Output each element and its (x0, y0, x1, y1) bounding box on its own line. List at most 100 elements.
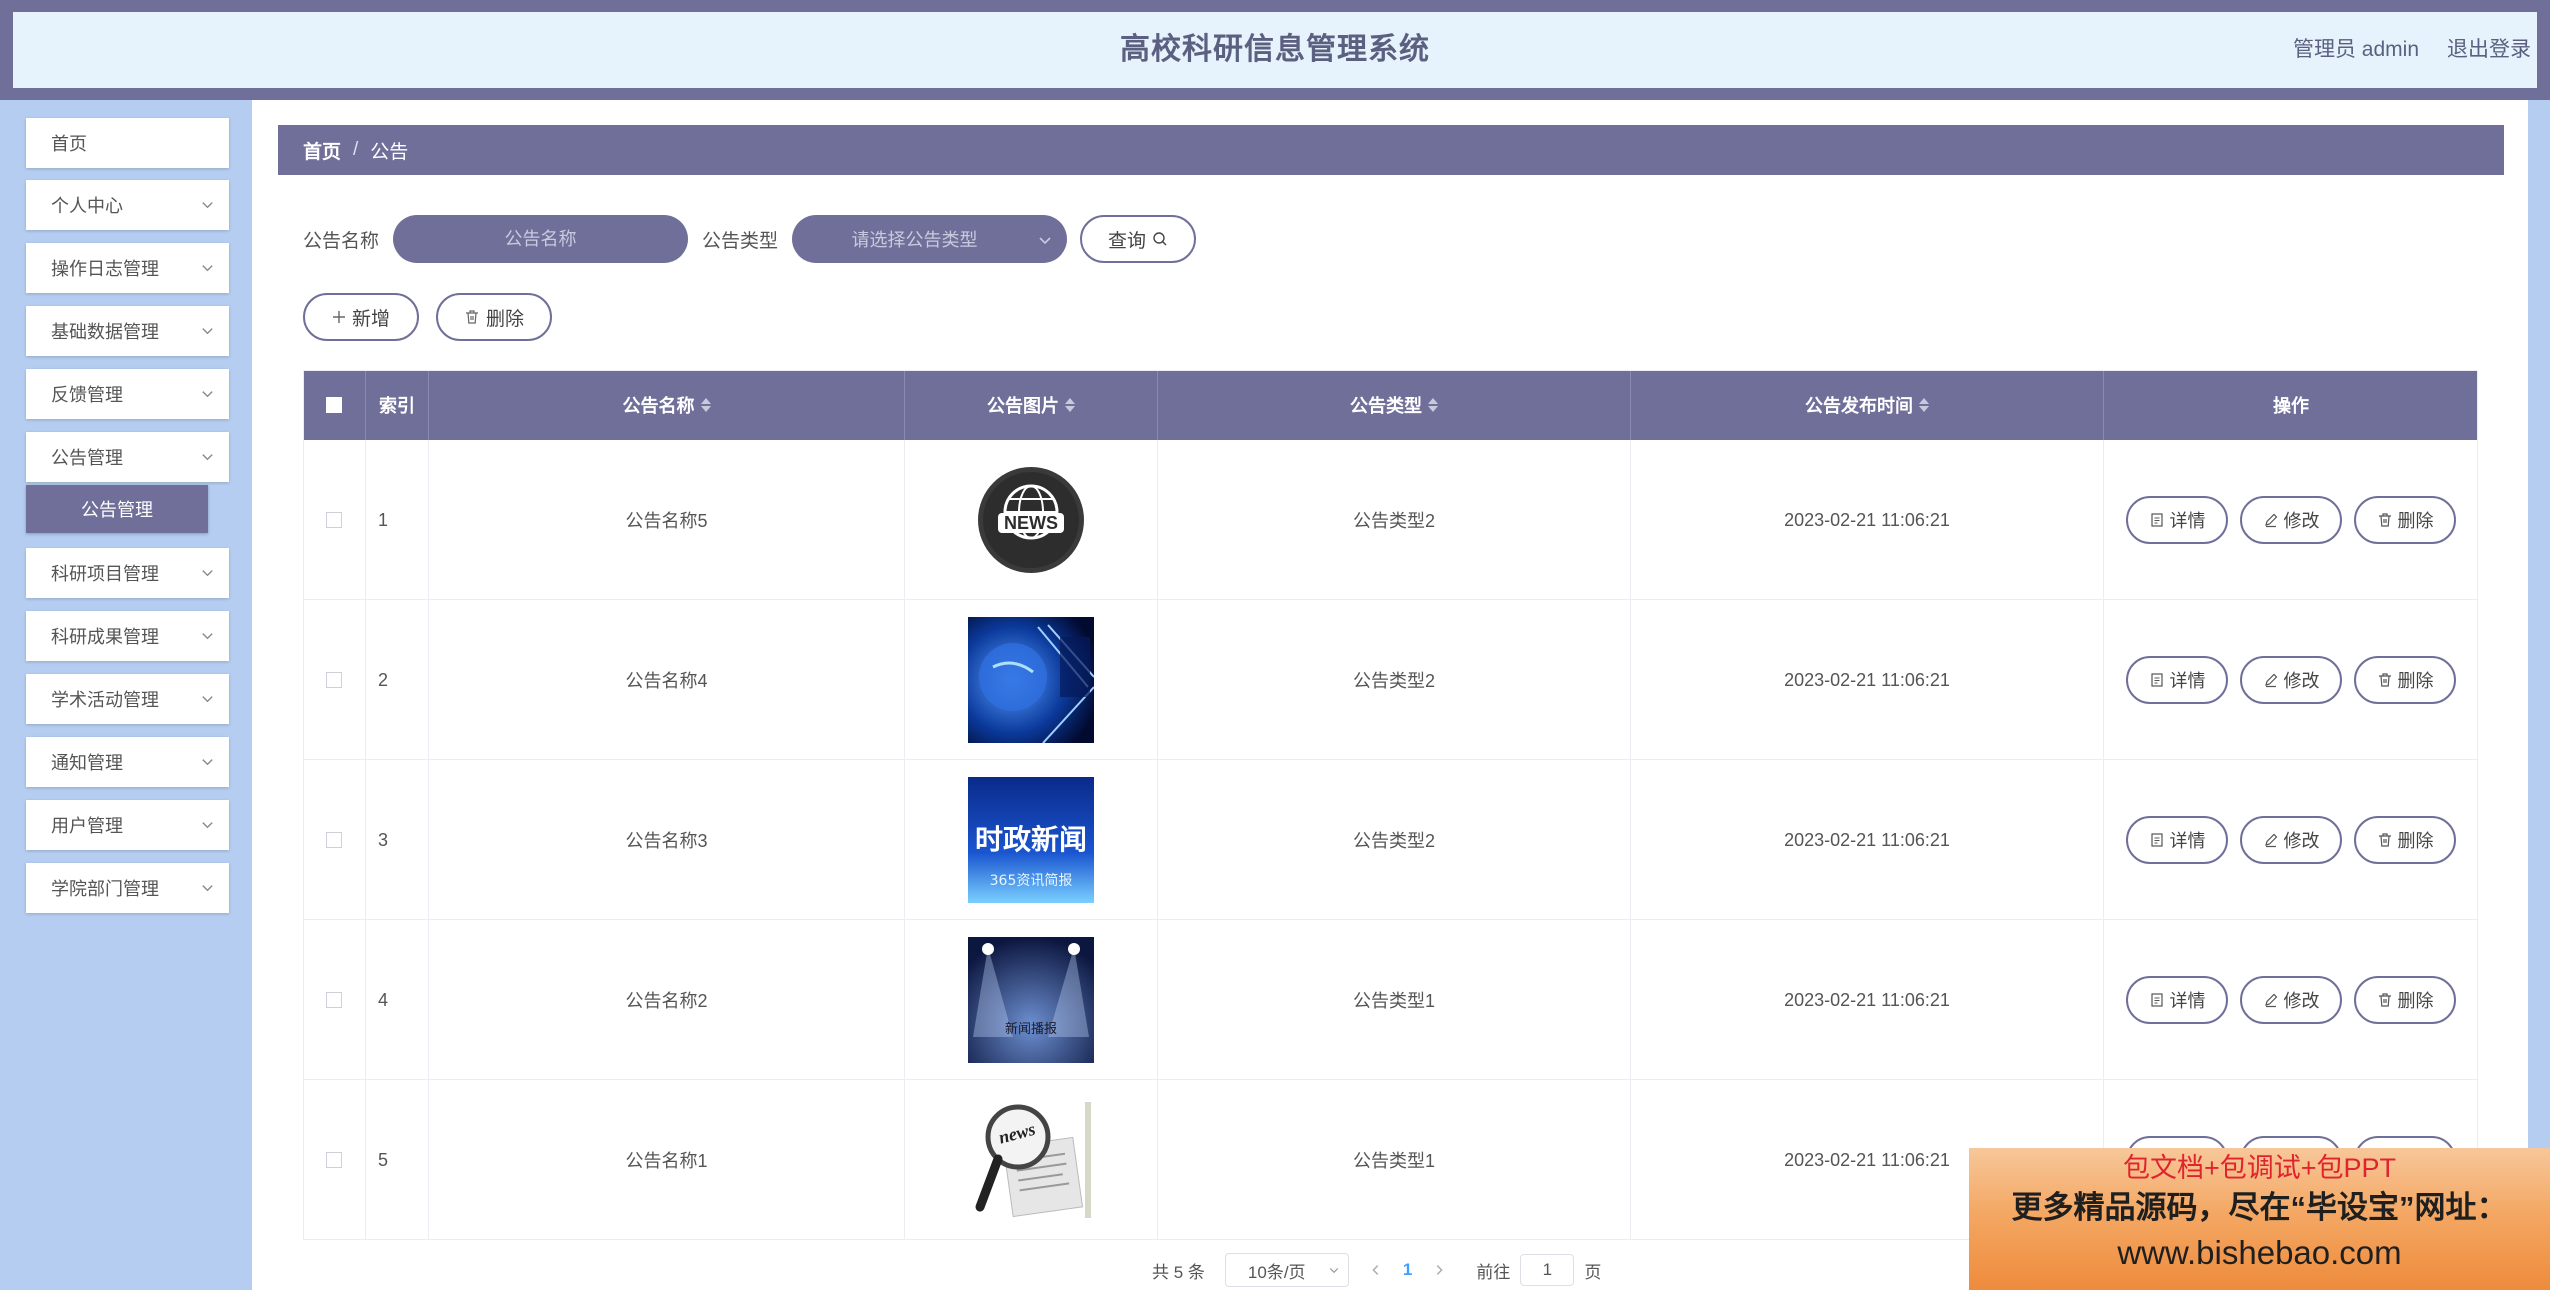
prev-page-icon[interactable] (1369, 1263, 1383, 1277)
edit-icon (2264, 513, 2277, 528)
action-bar: 新增 删除 (303, 293, 552, 343)
select-all-cell (303, 370, 366, 440)
row-checkbox[interactable] (326, 672, 342, 688)
chevron-down-icon (1039, 237, 1051, 245)
edit-button[interactable]: 修改 (2240, 976, 2342, 1024)
stage-caption-text: 新闻播报 (1005, 1021, 1057, 1037)
row-checkbox[interactable] (326, 992, 342, 1008)
detail-button[interactable]: 详情 (2126, 976, 2228, 1024)
sidebar-item-home[interactable]: 首页 (26, 118, 229, 168)
detail-button[interactable]: 详情 (2126, 496, 2228, 544)
edit-button[interactable]: 修改 (2240, 496, 2342, 544)
table-row: 1 公告名称5 NEWS 公告类型2 2023-02-21 11:06:21 详情 修改 删… (303, 440, 2478, 600)
sidebar-item-announcement[interactable]: 公告管理 (26, 432, 229, 482)
goto-label: 前往 (1476, 1262, 1511, 1282)
promo-banner: 包文档+包调试+包PPT 更多精品源码，尽在“毕设宝”网址： www.bishe… (1969, 1148, 2550, 1290)
row-image: news (905, 1080, 1158, 1240)
detail-label: 详情 (2169, 831, 2206, 851)
sidebar-item-label: 公告管理 (51, 448, 123, 468)
delete-button[interactable]: 删除 (2354, 816, 2456, 864)
batch-delete-button[interactable]: 删除 (436, 293, 552, 341)
edit-label: 修改 (2283, 511, 2320, 531)
promo-line-2: 更多精品源码，尽在“毕设宝”网址： (2011, 1190, 2508, 1225)
delete-label: 删除 (2397, 511, 2434, 531)
row-checkbox[interactable] (326, 832, 342, 848)
sidebar-item-label: 用户管理 (51, 816, 123, 836)
goto-page-input[interactable] (1520, 1254, 1575, 1286)
sidebar-item-user[interactable]: 用户管理 (26, 800, 229, 850)
political-news-small-text: 365资讯简报 (990, 872, 1073, 889)
sidebar-subitem-announcement-active[interactable]: 公告管理 (26, 485, 208, 533)
select-all-checkbox[interactable] (326, 397, 342, 413)
type-filter-label: 公告类型 (702, 230, 779, 252)
row-index: 1 (366, 440, 429, 600)
table-row: 3 公告名称3 时政新闻 365资讯简报 公告类型2 2023-02-21 11:06… (303, 760, 2478, 920)
edit-button[interactable]: 修改 (2240, 656, 2342, 704)
row-select-cell (303, 760, 366, 920)
sidebar-item-label: 通知管理 (51, 753, 123, 773)
header-index: 索引 (366, 370, 429, 440)
chevron-down-icon (1329, 1268, 1339, 1274)
chevron-down-icon (202, 759, 213, 766)
breadcrumb-home[interactable]: 首页 (303, 137, 341, 164)
sidebar-item-academic-activity[interactable]: 学术活动管理 (26, 674, 229, 724)
sidebar-item-department[interactable]: 学院部门管理 (26, 863, 229, 913)
chevron-down-icon (202, 391, 213, 398)
row-ops: 详情 修改 删除 (2104, 440, 2478, 600)
edit-button[interactable]: 修改 (2240, 816, 2342, 864)
sidebar-item-research-project[interactable]: 科研项目管理 (26, 548, 229, 598)
row-type: 公告类型2 (1158, 600, 1631, 760)
query-button[interactable]: 查询 (1080, 215, 1197, 263)
sidebar-item-base-data[interactable]: 基础数据管理 (26, 306, 229, 356)
sort-icon[interactable] (700, 398, 711, 412)
sort-icon[interactable] (1428, 398, 1438, 412)
detail-button[interactable]: 详情 (2126, 816, 2228, 864)
sidebar-item-research-result[interactable]: 科研成果管理 (26, 611, 229, 661)
header-type[interactable]: 公告类型 (1158, 370, 1631, 440)
type-filter-select[interactable]: 请选择公告类型 (792, 215, 1068, 263)
header-image[interactable]: 公告图片 (905, 370, 1158, 440)
row-name: 公告名称1 (429, 1080, 905, 1240)
sidebar-item-label: 反馈管理 (51, 385, 123, 405)
sidebar-item-operation-log[interactable]: 操作日志管理 (26, 243, 229, 293)
row-index: 2 (366, 600, 429, 760)
row-checkbox[interactable] (326, 1152, 342, 1168)
detail-label: 详情 (2169, 671, 2206, 691)
header-time[interactable]: 公告发布时间 (1631, 370, 2104, 440)
sidebar-item-label: 科研项目管理 (51, 564, 159, 584)
detail-button[interactable]: 详情 (2126, 656, 2228, 704)
magnifier-newspaper-thumbnail: news (968, 1097, 1094, 1223)
next-page-icon[interactable] (1432, 1263, 1446, 1277)
row-name: 公告名称3 (429, 760, 905, 920)
sort-icon[interactable] (1919, 398, 1929, 412)
page-size-select[interactable]: 10条/页 (1224, 1253, 1349, 1287)
delete-button[interactable]: 删除 (2354, 976, 2456, 1024)
page-number-current[interactable]: 1 (1403, 1260, 1412, 1280)
detail-label: 详情 (2169, 511, 2206, 531)
sidebar-item-notice[interactable]: 通知管理 (26, 737, 229, 787)
breadcrumb-current: 公告 (370, 141, 409, 163)
name-filter-input[interactable] (393, 215, 689, 263)
breadcrumb-separator: / (353, 139, 359, 160)
row-index: 4 (366, 920, 429, 1080)
sidebar-item-feedback[interactable]: 反馈管理 (26, 369, 229, 419)
row-type: 公告类型1 (1158, 1080, 1631, 1240)
sidebar-item-label: 科研成果管理 (51, 627, 159, 647)
row-checkbox[interactable] (326, 512, 342, 528)
detail-label: 详情 (2169, 991, 2206, 1011)
edit-label: 修改 (2283, 831, 2320, 851)
add-button[interactable]: 新增 (303, 293, 419, 341)
logout-link[interactable]: 退出登录 (2447, 12, 2531, 88)
table-body: 1 公告名称5 NEWS 公告类型2 2023-02-21 11:06:21 详情 修改删… (303, 440, 2478, 1240)
delete-button[interactable]: 删除 (2354, 656, 2456, 704)
sidebar-item-personal-center[interactable]: 个人中心 (26, 180, 229, 230)
document-icon (2150, 513, 2163, 527)
header-name[interactable]: 公告名称 (429, 370, 905, 440)
row-image: 时政新闻 365资讯简报 (905, 760, 1158, 920)
edit-label: 修改 (2283, 991, 2320, 1011)
scrollbar-track[interactable] (2528, 100, 2550, 1290)
trash-icon (2378, 833, 2391, 847)
delete-button[interactable]: 删除 (2354, 496, 2456, 544)
blue-globe-thumbnail (968, 617, 1094, 743)
sort-icon[interactable] (1065, 398, 1075, 412)
